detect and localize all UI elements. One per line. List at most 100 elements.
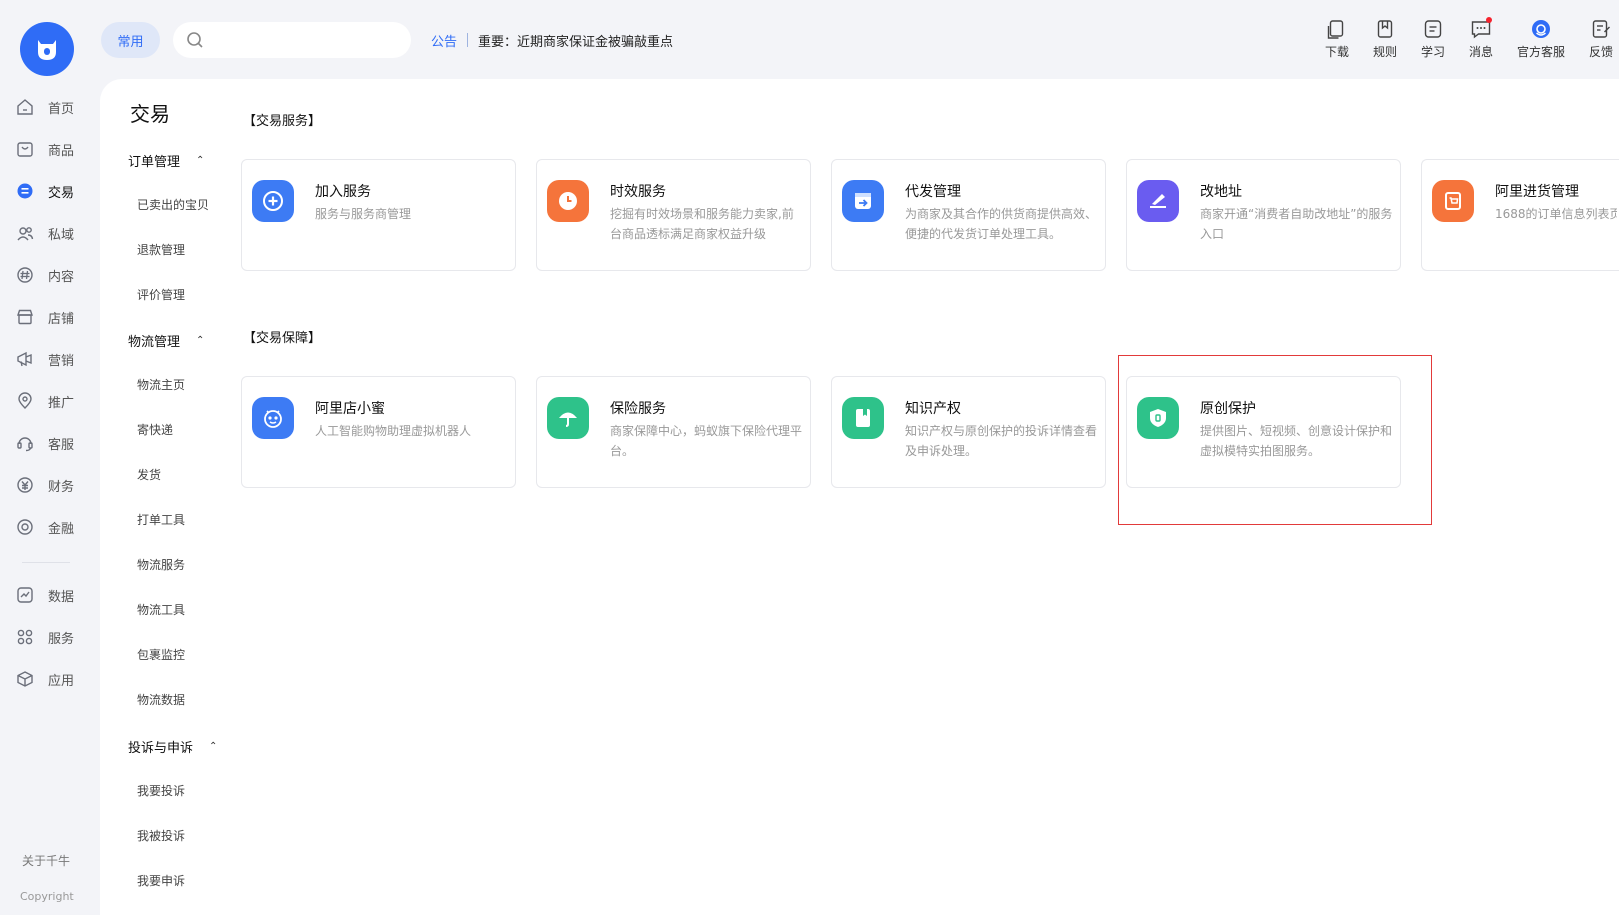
card-title: 代发管理: [905, 184, 961, 200]
card-title: 改地址: [1200, 184, 1242, 200]
data-icon: [16, 586, 34, 604]
search-icon: [187, 32, 203, 48]
subnav-item[interactable]: 我要申诉: [137, 872, 185, 889]
rail-item-promotion[interactable]: 推广: [16, 386, 96, 416]
shop-icon: [16, 308, 34, 326]
subnav-item[interactable]: 物流工具: [137, 601, 185, 618]
card-description: 商家开通“消费者自助改地址”的服务入口: [1200, 207, 1393, 241]
announcement-text[interactable]: 重要：近期商家保证金被骗敲重点: [478, 31, 673, 50]
rail-item-apps[interactable]: 应用: [16, 664, 96, 694]
rail-item-content[interactable]: 内容: [16, 260, 96, 290]
frequent-chip[interactable]: 常用: [101, 22, 160, 58]
card-description: 服务与服务商管理: [315, 207, 412, 221]
announcement-tag: 公告: [431, 34, 458, 50]
customer-service-icon: [1529, 18, 1553, 40]
subnav-group-2[interactable]: 投诉与申诉 ⌃: [128, 737, 217, 756]
private-domain-icon: [16, 224, 34, 242]
service-card-book[interactable]: 知识产权 知识产权与原创保护的投诉详情查看及申诉处理。: [831, 376, 1106, 488]
card-title: 时效服务: [610, 184, 666, 200]
card-title: 阿里进货管理: [1495, 184, 1579, 200]
rail-item-label: 金融: [48, 521, 75, 537]
download-icon: [1325, 18, 1349, 40]
tool-label: 学习: [1420, 45, 1445, 59]
tool-learn[interactable]: 学习: [1415, 18, 1451, 60]
qianniu-logo-icon: [38, 40, 56, 60]
subnav-item[interactable]: 物流数据: [137, 691, 185, 708]
subnav-item[interactable]: 寄快递: [137, 421, 173, 438]
card-description: 为商家及其合作的供货商提供高效、便捷的代发货订单处理工具。: [905, 207, 1098, 241]
subnav-group-0[interactable]: 订单管理 ⌃: [128, 151, 204, 170]
rail-item-home[interactable]: 首页: [16, 92, 96, 122]
subnav-item[interactable]: 评价管理: [137, 286, 185, 303]
rail-item-label: 交易: [48, 185, 75, 201]
section-title: 【交易服务】: [243, 114, 322, 129]
search-input[interactable]: [173, 22, 411, 58]
promotion-icon: [16, 392, 34, 410]
tool-label: 消息: [1468, 45, 1493, 59]
rail-item-shop[interactable]: 店铺: [16, 302, 96, 332]
rail-item-banking[interactable]: 金融: [16, 512, 96, 542]
service-card-edit-address[interactable]: 改地址商家开通“消费者自助改地址”的服务入口: [1126, 159, 1401, 271]
highlight-box: [1118, 355, 1432, 525]
feedback-icon: [1589, 18, 1613, 40]
service-card-plus-circle[interactable]: 加入服务服务与服务商管理: [241, 159, 516, 271]
goods-icon: [16, 140, 34, 158]
copyright-text: Copyright: [20, 890, 74, 903]
rail-item-goods[interactable]: 商品: [16, 134, 96, 164]
rail-item-private-domain[interactable]: 私域: [16, 218, 96, 248]
rail-item-label: 私域: [48, 227, 75, 243]
subnav-item[interactable]: 我要投诉: [137, 782, 185, 799]
subnav-title: 交易: [130, 102, 170, 126]
rail-item-marketing[interactable]: 营销: [16, 344, 96, 374]
rail-item-label: 应用: [48, 673, 75, 689]
chevron-up-icon: ⌃: [209, 741, 218, 752]
service-card-umbrella[interactable]: 保险服务 商家保障中心，蚂蚁旗下保险代理平台。: [536, 376, 811, 488]
subnav-item[interactable]: 物流主页: [137, 376, 185, 393]
service-icon: [16, 434, 34, 452]
rail-item-trade[interactable]: 交易: [16, 176, 96, 206]
announcement-bar[interactable]: 公告 重要：近期商家保证金被骗敲重点: [431, 30, 673, 50]
tool-message[interactable]: 消息: [1463, 17, 1499, 60]
chevron-up-icon: ⌃: [196, 155, 205, 166]
rail-item-data[interactable]: 数据: [16, 580, 96, 610]
unread-dot: [1486, 17, 1492, 23]
subnav-item[interactable]: 物流服务: [137, 556, 185, 573]
section-title: 【交易保障】: [243, 331, 322, 346]
services-icon: [16, 628, 34, 646]
subnav-item[interactable]: 我被投诉: [137, 827, 185, 844]
app-logo[interactable]: [20, 22, 74, 76]
service-card-clock[interactable]: 时效服务 挖掘有时效场景和服务能力卖家,前台商品透标满足商家权益升级: [536, 159, 811, 271]
dropship-icon: [842, 180, 884, 222]
service-card-purchase-cart[interactable]: 阿里进货管理 1688的订单信息列表页: [1421, 159, 1619, 271]
subnav-item[interactable]: 包裹监控: [137, 646, 185, 663]
rail-item-services[interactable]: 服务: [16, 622, 96, 652]
card-title: 知识产权: [905, 401, 961, 417]
rail-item-label: 首页: [48, 101, 75, 117]
book-icon: [842, 397, 884, 439]
subnav-item[interactable]: 已卖出的宝贝: [137, 196, 209, 213]
rail-item-service[interactable]: 客服: [16, 428, 96, 458]
rail-item-finance[interactable]: 财务: [16, 470, 96, 500]
subnav-item[interactable]: 打单工具: [137, 511, 185, 528]
rail-item-label: 店铺: [48, 311, 75, 327]
tool-download[interactable]: 下载: [1319, 18, 1355, 60]
tool-feedback[interactable]: 反馈: [1583, 18, 1619, 60]
tool-customer-service[interactable]: 官方客服: [1513, 18, 1569, 60]
about-link[interactable]: 关于千牛: [22, 852, 70, 869]
subnav-group-1[interactable]: 物流管理 ⌃: [128, 331, 204, 350]
rail-item-label: 营销: [48, 353, 75, 369]
tool-label: 下载: [1324, 45, 1349, 59]
tool-label: 反馈: [1588, 45, 1613, 59]
marketing-icon: [16, 350, 34, 368]
rail-item-label: 商品: [48, 143, 75, 159]
service-card-dropship[interactable]: 代发管理为商家及其合作的供货商提供高效、便捷的代发货订单处理工具。: [831, 159, 1106, 271]
subnav-item[interactable]: 发货: [137, 466, 161, 483]
tool-rules[interactable]: 规则: [1367, 18, 1403, 60]
card-description: 1688的订单信息列表页: [1495, 207, 1617, 221]
subnav-item[interactable]: 退款管理: [137, 241, 185, 258]
robot-icon: [252, 397, 294, 439]
service-card-robot[interactable]: 阿里店小蜜 人工智能购物助理虚拟机器人: [241, 376, 516, 488]
card-title: 加入服务: [315, 184, 371, 200]
rail-item-label: 内容: [48, 269, 75, 285]
message-icon: [1469, 17, 1493, 40]
